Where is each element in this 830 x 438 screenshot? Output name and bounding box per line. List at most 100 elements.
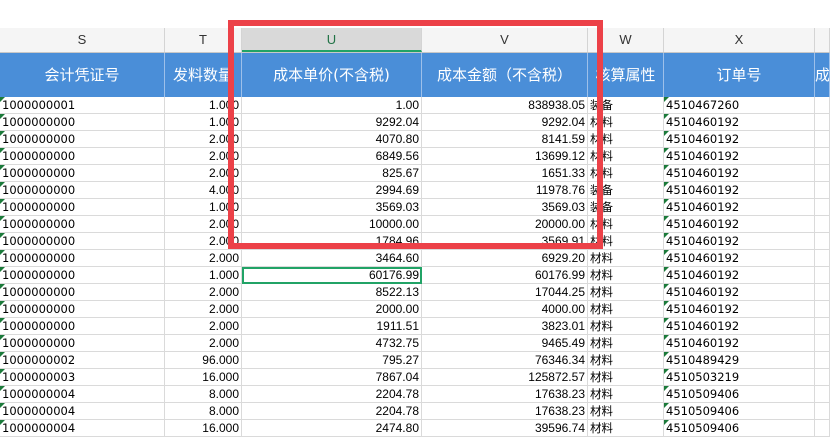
header-unit-cost[interactable]: 成本单价(不含税) [242, 53, 422, 97]
cell-voucher[interactable]: 1000000002 [0, 352, 165, 369]
cell-cost-amount[interactable]: 4000.00 [422, 301, 588, 318]
cell-voucher[interactable]: 1000000000 [0, 182, 165, 199]
cell-empty[interactable] [815, 131, 830, 148]
cell-voucher[interactable]: 1000000003 [0, 369, 165, 386]
cell-quantity[interactable]: 2.000 [165, 216, 242, 233]
cell-unit-cost[interactable]: 795.27 [242, 352, 422, 369]
cell-order-no[interactable]: 4510460192 [664, 250, 815, 267]
cell-cost-amount[interactable]: 3569.03 [422, 199, 588, 216]
cell-accounting-attr[interactable]: 材料 [588, 216, 664, 233]
cell-voucher[interactable]: 1000000001 [0, 97, 165, 114]
cell-accounting-attr[interactable]: 装备 [588, 182, 664, 199]
cell-order-no[interactable]: 4510460192 [664, 182, 815, 199]
cell-order-no[interactable]: 4510460192 [664, 216, 815, 233]
cell-cost-amount[interactable]: 20000.00 [422, 216, 588, 233]
cell-accounting-attr[interactable]: 材料 [588, 165, 664, 182]
cell-voucher[interactable]: 1000000000 [0, 335, 165, 352]
cell-accounting-attr[interactable]: 材料 [588, 318, 664, 335]
cell-unit-cost[interactable]: 2474.80 [242, 420, 422, 437]
cell-cost-amount[interactable]: 3569.91 [422, 233, 588, 250]
cell-cost-amount[interactable]: 125872.57 [422, 369, 588, 386]
cell-accounting-attr[interactable]: 材料 [588, 352, 664, 369]
cell-quantity[interactable]: 1.000 [165, 267, 242, 284]
cell-quantity[interactable]: 2.000 [165, 284, 242, 301]
cell-cost-amount[interactable]: 9465.49 [422, 335, 588, 352]
header-voucher[interactable]: 会计凭证号 [0, 53, 165, 97]
cell-cost-amount[interactable]: 11978.76 [422, 182, 588, 199]
header-cost-amount[interactable]: 成本金额（不含税） [422, 53, 588, 97]
cell-quantity[interactable]: 8.000 [165, 386, 242, 403]
cell-unit-cost[interactable]: 4070.80 [242, 131, 422, 148]
cell-empty[interactable] [815, 114, 830, 131]
cell-unit-cost[interactable]: 6849.56 [242, 148, 422, 165]
cell-unit-cost[interactable]: 9292.04 [242, 114, 422, 131]
cell-quantity[interactable]: 4.000 [165, 182, 242, 199]
cell-order-no[interactable]: 4510460192 [664, 131, 815, 148]
cell-quantity[interactable]: 2.000 [165, 335, 242, 352]
cell-voucher[interactable]: 1000000000 [0, 199, 165, 216]
cell-voucher[interactable]: 1000000004 [0, 420, 165, 437]
cell-cost-amount[interactable]: 17638.23 [422, 386, 588, 403]
cell-quantity[interactable]: 2.000 [165, 233, 242, 250]
cell-empty[interactable] [815, 148, 830, 165]
cell-unit-cost[interactable]: 4732.75 [242, 335, 422, 352]
cell-empty[interactable] [815, 216, 830, 233]
cell-accounting-attr[interactable]: 材料 [588, 114, 664, 131]
cell-quantity[interactable]: 2.000 [165, 301, 242, 318]
cell-cost-amount[interactable]: 3823.01 [422, 318, 588, 335]
cell-order-no[interactable]: 4510509406 [664, 420, 815, 437]
cell-unit-cost[interactable]: 2204.78 [242, 386, 422, 403]
cell-order-no[interactable]: 4510460192 [664, 114, 815, 131]
cell-accounting-attr[interactable]: 材料 [588, 301, 664, 318]
cell-empty[interactable] [815, 199, 830, 216]
cell-order-no[interactable]: 4510460192 [664, 284, 815, 301]
cell-unit-cost[interactable]: 10000.00 [242, 216, 422, 233]
cell-cost-amount[interactable]: 8141.59 [422, 131, 588, 148]
column-letter-x[interactable]: X [664, 28, 815, 52]
header-next[interactable]: 成 [815, 53, 830, 97]
cell-order-no[interactable]: 4510460192 [664, 148, 815, 165]
cell-quantity[interactable]: 1.000 [165, 97, 242, 114]
cell-voucher[interactable]: 1000000000 [0, 216, 165, 233]
cell-cost-amount[interactable]: 6929.20 [422, 250, 588, 267]
cell-quantity[interactable]: 16.000 [165, 420, 242, 437]
cell-cost-amount[interactable]: 1651.33 [422, 165, 588, 182]
cell-unit-cost[interactable]: 8522.13 [242, 284, 422, 301]
column-letter-t[interactable]: T [165, 28, 242, 52]
cell-quantity[interactable]: 1.000 [165, 199, 242, 216]
cell-unit-cost[interactable]: 2000.00 [242, 301, 422, 318]
cell-accounting-attr[interactable]: 材料 [588, 284, 664, 301]
cell-voucher[interactable]: 1000000004 [0, 386, 165, 403]
cell-empty[interactable] [815, 386, 830, 403]
cell-accounting-attr[interactable]: 材料 [588, 386, 664, 403]
cell-cost-amount[interactable]: 76346.34 [422, 352, 588, 369]
cell-voucher[interactable]: 1000000000 [0, 301, 165, 318]
cell-voucher[interactable]: 1000000000 [0, 284, 165, 301]
cell-voucher[interactable]: 1000000000 [0, 148, 165, 165]
cell-empty[interactable] [815, 318, 830, 335]
cell-empty[interactable] [815, 97, 830, 114]
cell-accounting-attr[interactable]: 装备 [588, 199, 664, 216]
column-letter-u[interactable]: U [242, 28, 422, 52]
column-letter-y[interactable] [815, 28, 830, 52]
cell-empty[interactable] [815, 369, 830, 386]
cell-quantity[interactable]: 8.000 [165, 403, 242, 420]
cell-quantity[interactable]: 2.000 [165, 165, 242, 182]
cell-order-no[interactable]: 4510503219 [664, 369, 815, 386]
cell-cost-amount[interactable]: 9292.04 [422, 114, 588, 131]
cell-accounting-attr[interactable]: 装备 [588, 97, 664, 114]
cell-voucher[interactable]: 1000000004 [0, 403, 165, 420]
cell-cost-amount[interactable]: 838938.05 [422, 97, 588, 114]
cell-accounting-attr[interactable]: 材料 [588, 233, 664, 250]
column-letter-v[interactable]: V [422, 28, 588, 52]
cell-quantity[interactable]: 2.000 [165, 148, 242, 165]
cell-accounting-attr[interactable]: 材料 [588, 403, 664, 420]
cell-accounting-attr[interactable]: 材料 [588, 335, 664, 352]
header-quantity[interactable]: 发料数量 [165, 53, 242, 97]
cell-empty[interactable] [815, 403, 830, 420]
cell-quantity[interactable]: 1.000 [165, 114, 242, 131]
cell-unit-cost[interactable]: 2204.78 [242, 403, 422, 420]
cell-order-no[interactable]: 4510460192 [664, 199, 815, 216]
cell-quantity[interactable]: 2.000 [165, 131, 242, 148]
cell-empty[interactable] [815, 284, 830, 301]
